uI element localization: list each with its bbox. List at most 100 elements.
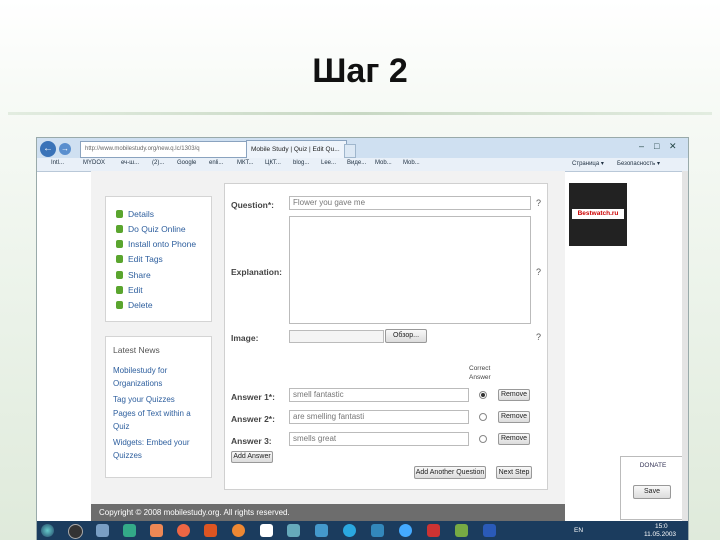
image-path-input[interactable] [289, 330, 384, 343]
menu-item-edit[interactable]: Edit [116, 285, 143, 295]
question-input[interactable]: Flower you gave me [289, 196, 531, 210]
menu-item-share[interactable]: Share [116, 270, 151, 280]
menu-item-install-onto-phone[interactable]: Install onto Phone [116, 239, 196, 249]
app-icon[interactable] [371, 524, 384, 537]
back-icon[interactable]: ← [40, 141, 56, 157]
clock-time[interactable]: 15:0 [655, 523, 668, 530]
answer-1-input[interactable]: smell fantastic [289, 388, 469, 402]
bullet-icon [116, 255, 123, 263]
menu-item-label: Delete [128, 300, 153, 310]
question-label: Question*: [231, 200, 274, 210]
favorite-link[interactable]: MYDOX [83, 160, 105, 166]
favorite-link[interactable]: (2)... [152, 160, 164, 166]
app-icon[interactable] [204, 524, 217, 537]
menu-item-edit-tags[interactable]: Edit Tags [116, 254, 163, 264]
forward-icon[interactable]: → [59, 143, 71, 155]
news-link[interactable]: Mobilestudy for Organizations [113, 364, 209, 390]
favorite-link[interactable]: Intl... [51, 160, 64, 166]
word-icon[interactable] [483, 524, 496, 537]
bullet-icon [116, 225, 123, 233]
favorite-link[interactable]: enli... [209, 160, 223, 166]
address-bar[interactable]: http://www.mobilestudy.org/new.q.lc/1303… [80, 141, 250, 158]
safety-menu[interactable]: Безопасность ▾ [617, 160, 660, 167]
answer-3-label: Answer 3: [231, 436, 272, 446]
page-footer: Copyright © 2008 mobilestudy.org. All ri… [91, 504, 565, 521]
add-another-question-button[interactable]: Add Another Question [414, 466, 486, 479]
answer-3-input[interactable]: smells great [289, 432, 469, 446]
answer-3-correct-radio[interactable] [479, 435, 487, 443]
slide-title: Шаг 2 [312, 52, 408, 90]
windows-taskbar: EN 15:0 11.05.2003 [37, 521, 688, 540]
powerpoint-icon[interactable] [427, 524, 440, 537]
image-help-icon[interactable]: ? [536, 332, 541, 342]
news-link[interactable]: Pages of Text within a Quiz [113, 407, 209, 433]
favorite-link[interactable]: Mob... [403, 160, 420, 166]
latest-news-box: Latest News Mobilestudy for Organization… [105, 336, 212, 478]
advertisement-banner[interactable]: Bestwatch.ru [569, 183, 627, 246]
answer-2-input[interactable]: are smelling fantasti [289, 410, 469, 424]
answer-3-remove-button[interactable]: Remove [498, 433, 530, 445]
quiz-menu: Details Do Quiz Online Install onto Phon… [105, 196, 212, 322]
answer-2-label: Answer 2*: [231, 414, 275, 424]
news-heading: Latest News [113, 345, 160, 355]
answer-1-correct-radio[interactable] [479, 391, 487, 399]
question-help-icon[interactable]: ? [536, 198, 541, 208]
menu-item-do-quiz-online[interactable]: Do Quiz Online [116, 224, 186, 234]
menu-item-details[interactable]: Details [116, 209, 154, 219]
donate-label: DONATE [639, 462, 667, 469]
app-icon[interactable] [287, 524, 300, 537]
menu-item-delete[interactable]: Delete [116, 300, 153, 310]
app-icon[interactable] [315, 524, 328, 537]
menu-item-label: Edit [128, 285, 143, 295]
app-icon[interactable] [150, 524, 163, 537]
media-player-icon[interactable] [177, 524, 190, 537]
answer-2-remove-button[interactable]: Remove [498, 411, 530, 423]
bullet-icon [116, 286, 123, 294]
maximize-icon[interactable]: □ [654, 141, 659, 151]
start-button-icon[interactable] [41, 524, 54, 537]
internet-explorer-icon[interactable] [399, 524, 412, 537]
browse-button[interactable]: Обзор... [385, 329, 427, 343]
next-step-button[interactable]: Next Step [496, 466, 532, 479]
explanation-textarea[interactable] [289, 216, 531, 324]
news-link[interactable]: Widgets: Embed your Quizzes [113, 436, 209, 462]
bullet-icon [116, 240, 123, 248]
menu-item-label: Details [128, 209, 154, 219]
folder-icon[interactable] [96, 524, 109, 537]
favorite-link[interactable]: ЦКТ... [265, 160, 281, 166]
favorite-link[interactable]: Lee... [321, 160, 336, 166]
vertical-scrollbar[interactable] [682, 171, 688, 521]
explanation-help-icon[interactable]: ? [536, 267, 541, 277]
app-icon[interactable] [123, 524, 136, 537]
firefox-icon[interactable] [232, 524, 245, 537]
minimize-icon[interactable]: – [639, 141, 644, 151]
favorite-link[interactable]: blog... [293, 160, 309, 166]
donate-widget: DONATE Save [620, 456, 686, 520]
favorite-link[interactable]: Mob... [375, 160, 392, 166]
new-tab-button[interactable] [344, 144, 356, 158]
page-menu[interactable]: Страница ▾ [572, 160, 604, 167]
menu-item-label: Share [128, 270, 151, 280]
bullet-icon [116, 210, 123, 218]
news-link[interactable]: Tag your Quizzes [113, 393, 209, 406]
favorite-link[interactable]: Google [177, 160, 196, 166]
yandex-icon[interactable] [260, 524, 273, 537]
favorites-bar: Intl... MYDOX еч-ш... (2)... Google enli… [37, 158, 688, 172]
close-icon[interactable]: ✕ [669, 141, 677, 152]
clock-date[interactable]: 11.05.2003 [644, 531, 676, 538]
add-answer-button[interactable]: Add Answer [231, 451, 273, 463]
explanation-label: Explanation: [231, 267, 283, 277]
correct-answer-heading: Correct Answer [469, 365, 491, 381]
favorite-link[interactable]: еч-ш... [121, 160, 139, 166]
app-icon[interactable] [68, 524, 83, 539]
menu-item-label: Install onto Phone [128, 239, 197, 249]
answer-2-correct-radio[interactable] [479, 413, 487, 421]
skype-icon[interactable] [343, 524, 356, 537]
favorite-link[interactable]: Виде... [347, 160, 366, 166]
tab-edit-quiz[interactable]: Mobile Study | Quiz | Edit Qu... [246, 140, 347, 158]
answer-1-remove-button[interactable]: Remove [498, 389, 530, 401]
app-icon[interactable] [455, 524, 468, 537]
language-indicator[interactable]: EN [574, 527, 583, 534]
donate-save-button[interactable]: Save [633, 485, 671, 499]
favorite-link[interactable]: МКТ... [237, 160, 254, 166]
